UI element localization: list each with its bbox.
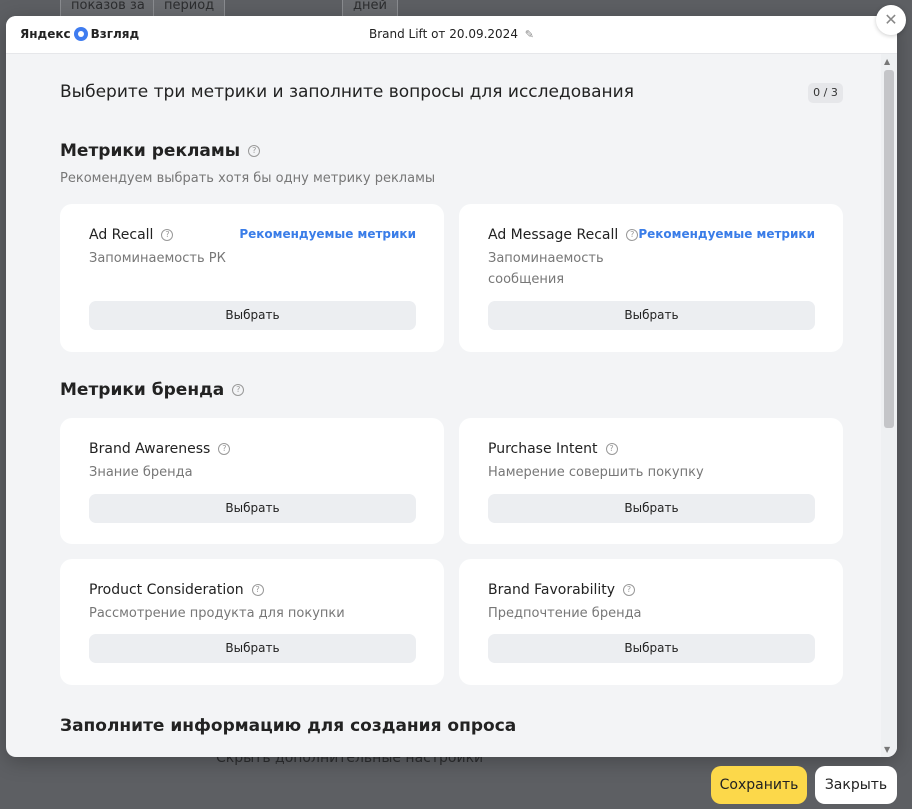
close-icon: ✕: [884, 10, 898, 29]
card-description: Рассмотрение продукта для покупки: [89, 606, 345, 621]
select-button[interactable]: Выбрать: [488, 634, 815, 663]
background-page-header: показов за период дней: [60, 0, 912, 17]
modal-content: Выберите три метрики и заполните вопросы…: [6, 54, 881, 757]
card-title-text: Brand Favorability: [488, 582, 616, 598]
card-description-line: Запоминаемость: [488, 251, 604, 266]
ad-metrics-subtitle: Рекомендуем выбрать хотя бы одну метрику…: [60, 171, 436, 186]
metric-card-brand-awareness: Brand Awareness ? Знание бренда Выбрать: [60, 418, 444, 544]
card-description: Намерение совершить покупку: [488, 465, 704, 480]
survey-info-heading: Заполните информацию для создания опроса: [60, 716, 517, 736]
metric-card-purchase-intent: Purchase Intent ? Намерение совершить по…: [459, 418, 843, 544]
select-button[interactable]: Выбрать: [488, 301, 815, 330]
pencil-icon[interactable]: ✎: [525, 28, 534, 41]
help-icon[interactable]: ?: [161, 229, 174, 241]
scroll-down-icon[interactable]: ▼: [884, 745, 890, 754]
card-title: Brand Awareness ?: [89, 441, 231, 457]
help-icon[interactable]: ?: [605, 443, 618, 455]
select-button[interactable]: Выбрать: [89, 301, 416, 330]
select-button[interactable]: Выбрать: [89, 494, 416, 523]
card-title: Product Consideration ?: [89, 582, 264, 598]
card-title: Purchase Intent ?: [488, 441, 618, 457]
card-title-text: Ad Recall: [89, 227, 154, 243]
save-button[interactable]: Сохранить: [711, 766, 807, 804]
card-title: Ad Recall ?: [89, 227, 174, 243]
ad-metrics-title: Метрики рекламы: [60, 141, 241, 161]
metric-card-brand-favorability: Brand Favorability ? Предпочтение бренда…: [459, 559, 843, 685]
bg-cell: показов за: [60, 0, 156, 17]
brand-metrics-heading: Метрики бренда ?: [60, 380, 245, 400]
card-title-text: Purchase Intent: [488, 441, 598, 457]
metric-card-product-consideration: Product Consideration ? Рассмотрение про…: [60, 559, 444, 685]
card-description: Запоминаемость РК: [89, 251, 226, 266]
modal-header: Яндекс Взгляд Brand Lift от 20.09.2024 ✎: [6, 16, 897, 54]
card-title: Ad Message Recall ?: [488, 227, 639, 243]
vertical-scrollbar[interactable]: ▲ ▼: [881, 54, 897, 757]
brand-metrics-title: Метрики бренда: [60, 380, 225, 400]
card-title-text: Ad Message Recall: [488, 227, 619, 243]
close-button[interactable]: Закрыть: [815, 766, 897, 804]
bg-cell: период: [153, 0, 226, 17]
scroll-up-icon[interactable]: ▲: [884, 57, 890, 66]
card-description-line: сообщения: [488, 272, 565, 287]
card-description: Предпочтение бренда: [488, 606, 642, 621]
recommended-metrics-link[interactable]: Рекомендуемые метрики: [239, 227, 416, 241]
card-description: Знание бренда: [89, 465, 193, 480]
help-icon[interactable]: ?: [623, 584, 636, 596]
ad-metrics-heading: Метрики рекламы ?: [60, 141, 261, 161]
study-title[interactable]: Brand Lift от 20.09.2024 ✎: [6, 27, 897, 41]
card-title: Brand Favorability ?: [488, 582, 636, 598]
close-modal-button[interactable]: ✕: [876, 5, 906, 35]
card-title-text: Brand Awareness: [89, 441, 211, 457]
card-title-text: Product Consideration: [89, 582, 244, 598]
page-title: Выберите три метрики и заполните вопросы…: [60, 82, 634, 102]
selection-counter: 0 / 3: [808, 83, 843, 103]
help-icon[interactable]: ?: [232, 384, 245, 396]
metric-card-ad-message-recall: Ad Message Recall ? Рекомендуемые метрик…: [459, 204, 843, 352]
help-icon[interactable]: ?: [251, 584, 264, 596]
select-button[interactable]: Выбрать: [89, 634, 416, 663]
card-description: Запоминаемость сообщения: [488, 248, 604, 290]
scrollbar-thumb[interactable]: [884, 70, 894, 428]
help-icon[interactable]: ?: [248, 145, 261, 157]
select-button[interactable]: Выбрать: [488, 494, 815, 523]
bg-cell: дней: [342, 0, 398, 17]
recommended-metrics-link[interactable]: Рекомендуемые метрики: [638, 227, 815, 241]
help-icon[interactable]: ?: [626, 229, 639, 241]
study-title-text: Brand Lift от 20.09.2024: [368, 27, 518, 41]
metrics-modal: Яндекс Взгляд Brand Lift от 20.09.2024 ✎…: [6, 16, 897, 757]
metric-card-ad-recall: Ad Recall ? Рекомендуемые метрики Запоми…: [60, 204, 444, 352]
help-icon[interactable]: ?: [218, 443, 231, 455]
